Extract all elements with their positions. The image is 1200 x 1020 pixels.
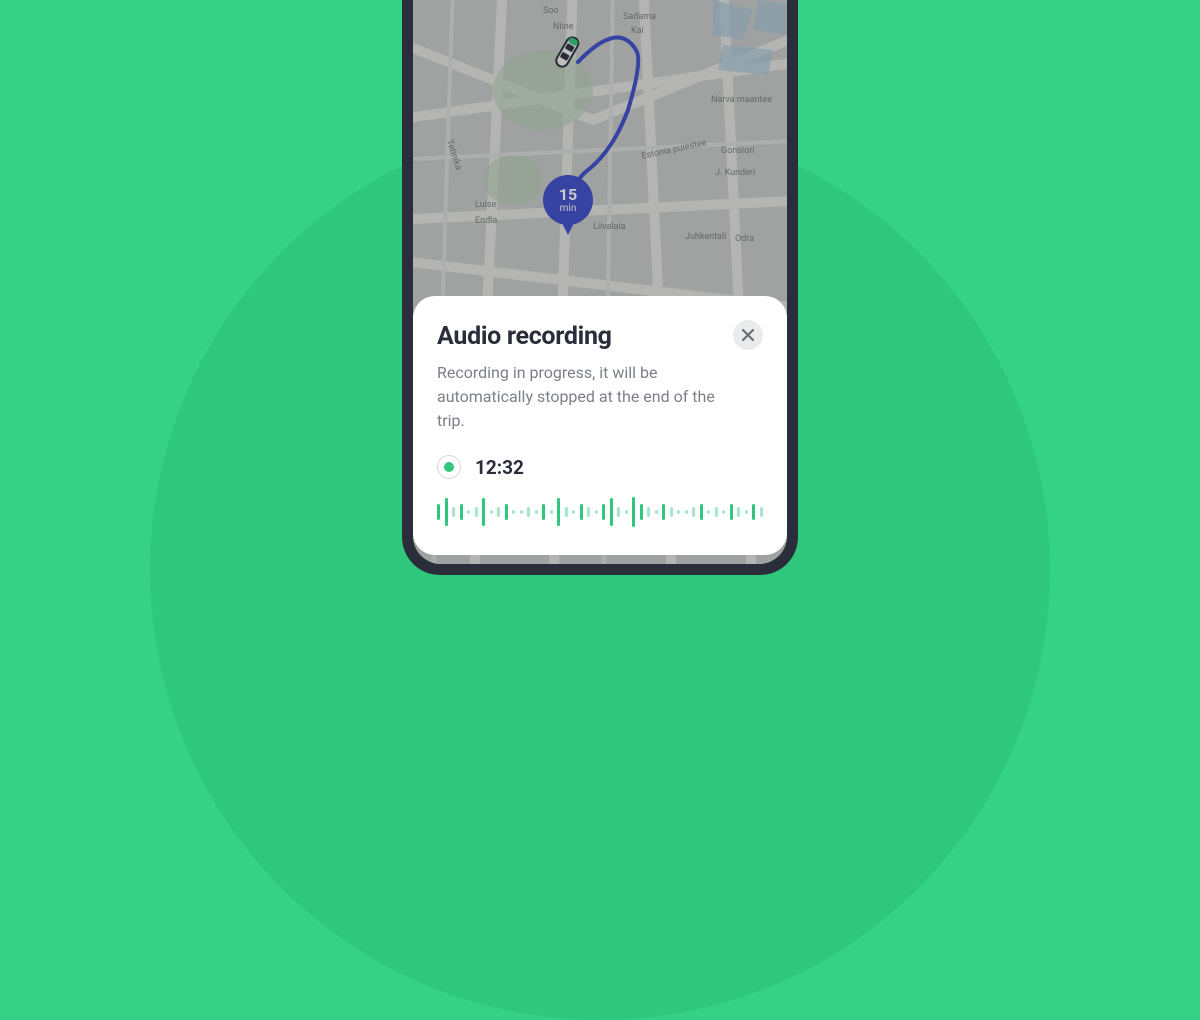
phone-screen: Soo Niine Sadama Kai Narva maantee Eston… [413,0,787,564]
close-button[interactable] [733,320,763,350]
sheet-description: Recording in progress, it will be automa… [437,361,763,433]
sheet-title: Audio recording [437,322,612,351]
recording-dot-icon [444,462,454,472]
recording-indicator [437,455,461,479]
audio-waveform [437,497,763,527]
audio-recording-sheet: Audio recording Recording in progress, i… [413,296,787,555]
recording-status-row: 12:32 [437,455,763,479]
close-icon [741,328,755,342]
phone-frame: Soo Niine Sadama Kai Narva maantee Eston… [402,0,798,575]
recording-elapsed-time: 12:32 [475,456,524,479]
